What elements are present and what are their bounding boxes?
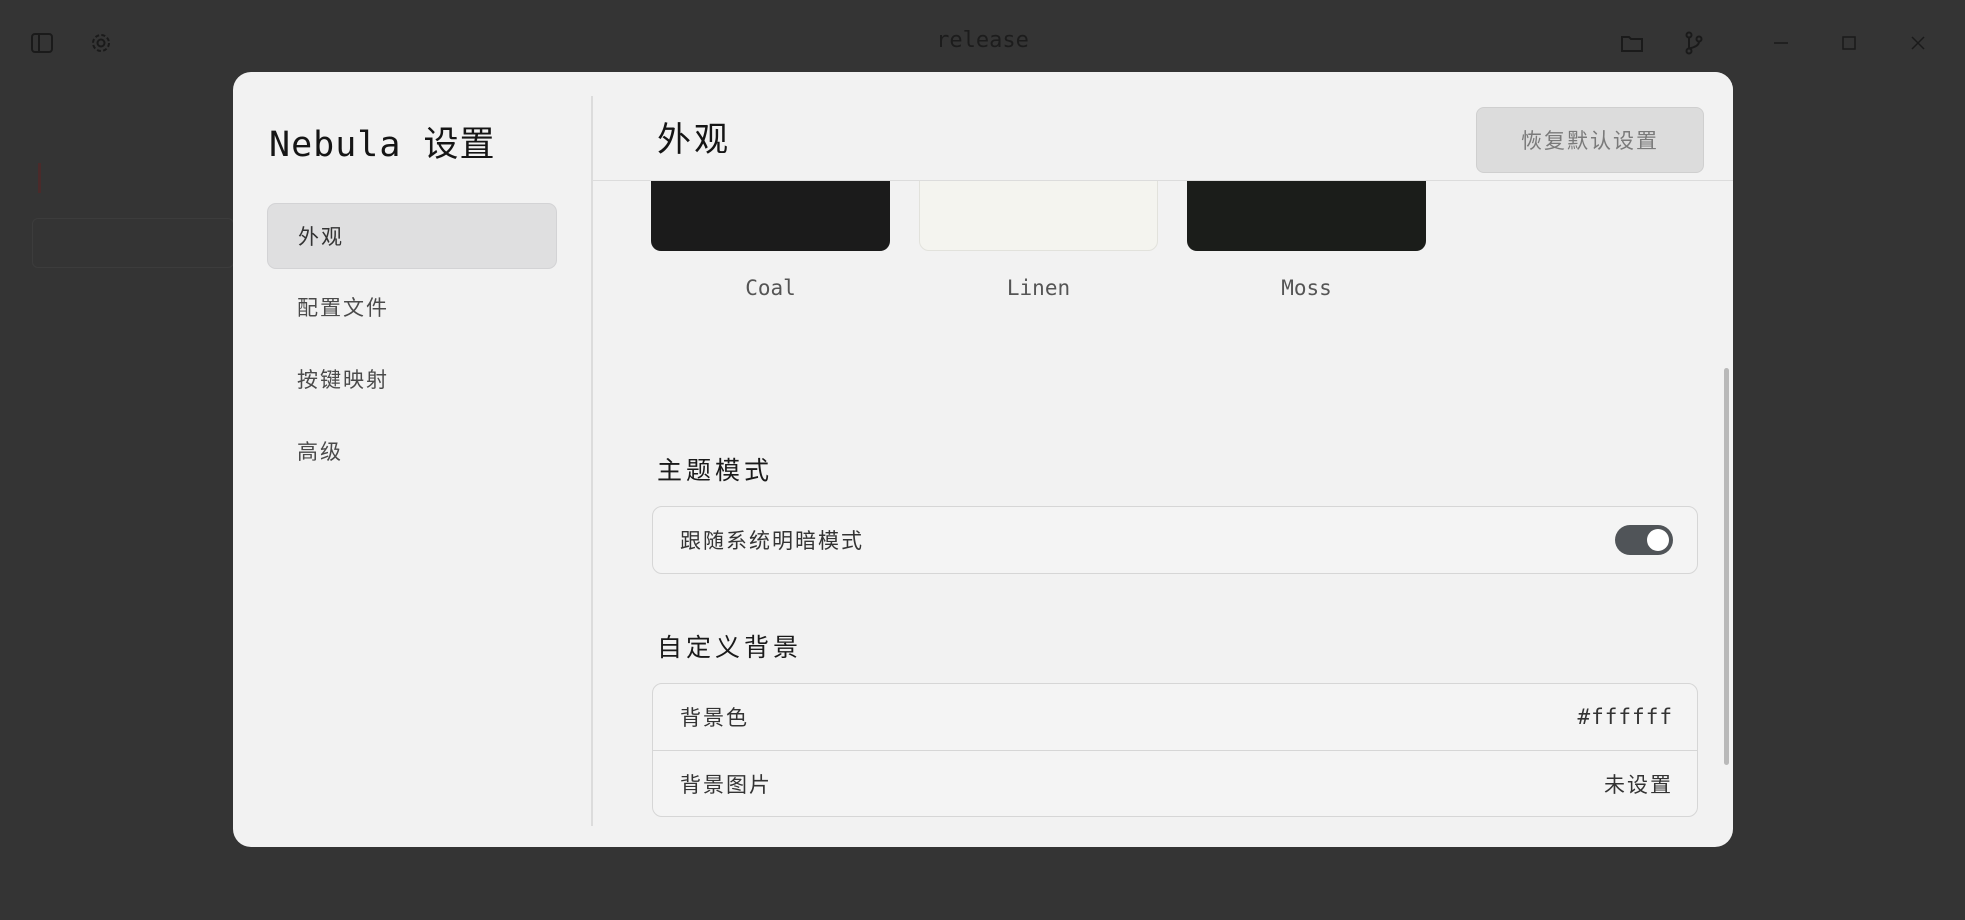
nav-item-appearance[interactable]: 外观: [267, 203, 557, 269]
reset-defaults-button[interactable]: 恢复默认设置: [1476, 107, 1704, 173]
background-color-label: 背景色: [680, 706, 749, 730]
section-title-custom-background: 自定义背景: [657, 633, 803, 662]
section-title-theme-mode: 主题模式: [657, 456, 774, 485]
close-icon[interactable]: [1901, 26, 1935, 60]
background-image-row[interactable]: 背景图片 未设置: [653, 750, 1697, 817]
custom-background-card: 背景色 #ffffff 背景图片 未设置: [652, 683, 1698, 817]
nav-item-keybindings[interactable]: 按键映射: [267, 347, 557, 413]
settings-main: 外观 恢复默认设置 Coal Linen Moss 主题模式 跟随系统明暗模式: [593, 72, 1733, 847]
toggle-knob: [1647, 529, 1669, 551]
nav-item-advanced[interactable]: 高级: [267, 419, 557, 485]
folder-icon[interactable]: [1615, 26, 1649, 60]
theme-mode-card: 跟随系统明暗模式: [652, 506, 1698, 574]
settings-title: Nebula 设置: [269, 125, 496, 165]
main-header: 外观 恢复默认设置: [593, 72, 1733, 181]
settings-content: Coal Linen Moss 主题模式 跟随系统明暗模式 自定义背景 背景色: [593, 181, 1733, 847]
theme-swatch-linen[interactable]: [919, 181, 1158, 251]
background-color-row[interactable]: 背景色 #ffffff: [653, 684, 1697, 750]
follow-system-label: 跟随系统明暗模式: [680, 529, 864, 553]
settings-sidebar: Nebula 设置 外观 配置文件 按键映射 高级: [233, 72, 591, 847]
editor-cursor-marker: [38, 163, 41, 193]
theme-label: Moss: [1281, 276, 1332, 300]
settings-dialog: Nebula 设置 外观 配置文件 按键映射 高级 外观 恢复默认设置 Coal…: [233, 72, 1733, 847]
theme-label: Linen: [1006, 276, 1071, 300]
background-input-outline: [32, 218, 234, 268]
theme-label: Coal: [745, 276, 796, 300]
content-scrollbar[interactable]: [1724, 368, 1729, 765]
follow-system-toggle[interactable]: [1615, 525, 1673, 555]
theme-swatch-moss[interactable]: [1187, 181, 1426, 251]
window-title: release: [936, 28, 1029, 53]
setting-row: 跟随系统明暗模式: [653, 507, 1697, 573]
nav-item-profiles[interactable]: 配置文件: [267, 275, 557, 341]
minimize-icon[interactable]: [1764, 26, 1798, 60]
background-image-label: 背景图片: [680, 773, 772, 797]
theme-swatch-coal[interactable]: [651, 181, 890, 251]
git-branch-icon[interactable]: [1677, 26, 1711, 60]
background-color-value: #ffffff: [1577, 705, 1673, 729]
page-title: 外观: [657, 120, 731, 160]
background-image-value: 未设置: [1604, 773, 1673, 797]
maximize-icon[interactable]: [1832, 26, 1866, 60]
